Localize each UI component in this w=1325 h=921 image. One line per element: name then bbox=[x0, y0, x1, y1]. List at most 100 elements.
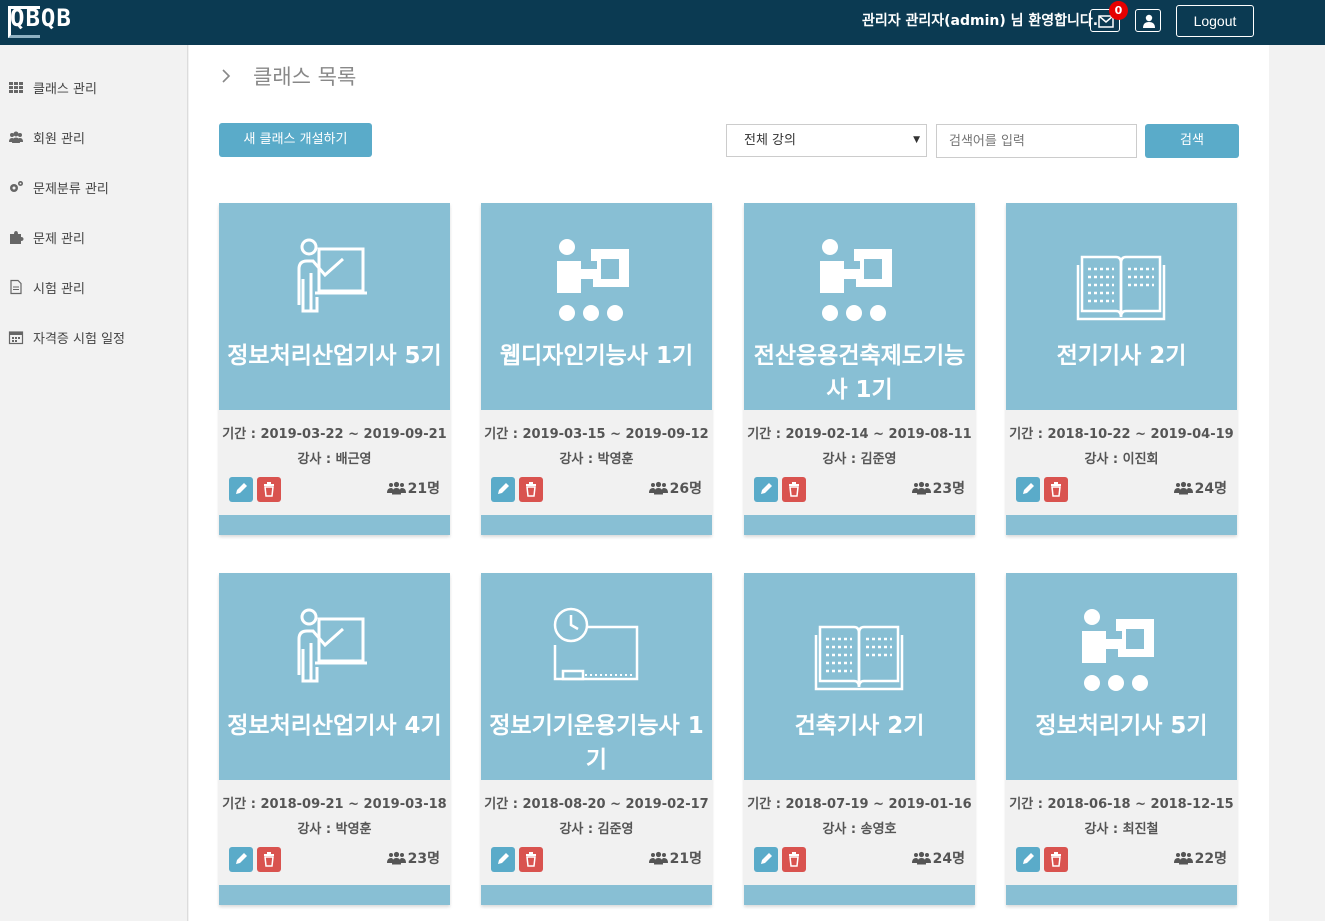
card-teacher: 강사 : 박영훈 bbox=[559, 452, 634, 467]
sidebar-item-label: 회원 관리 bbox=[33, 131, 85, 147]
delete-button[interactable] bbox=[1044, 477, 1068, 502]
trash-icon bbox=[264, 852, 274, 867]
pencil-icon bbox=[236, 483, 247, 494]
delete-button[interactable] bbox=[782, 477, 806, 502]
pencil-icon bbox=[236, 853, 247, 864]
card-title[interactable]: 정보기기운용기능사 1기 bbox=[485, 709, 708, 777]
card-banner[interactable]: 전산응용건축제도기능사 1기 bbox=[744, 203, 975, 410]
logout-button[interactable]: Logout bbox=[1176, 5, 1254, 37]
sidebar-item-question-management[interactable]: 문제 관리 bbox=[8, 226, 85, 248]
edit-button[interactable] bbox=[754, 477, 778, 502]
card-banner[interactable]: 웹디자인기능사 1기 bbox=[481, 203, 712, 410]
card-title[interactable]: 건축기사 2기 bbox=[748, 709, 971, 743]
card-footer-bar bbox=[481, 885, 712, 905]
search-button[interactable]: 검색 bbox=[1145, 124, 1239, 158]
edit-button[interactable] bbox=[1016, 477, 1040, 502]
sidebar-item-label: 클래스 관리 bbox=[33, 81, 97, 97]
sidebar-item-label: 문제 관리 bbox=[33, 231, 85, 247]
card-footer-bar bbox=[744, 885, 975, 905]
delete-button[interactable] bbox=[257, 847, 281, 872]
users-icon bbox=[911, 851, 931, 865]
gears-icon bbox=[10, 181, 23, 192]
grid-icon bbox=[9, 82, 23, 93]
sidebar-item-class-management[interactable]: 클래스 관리 bbox=[8, 76, 97, 98]
student-count-value: 23명 bbox=[407, 851, 440, 867]
student-count: 21명 bbox=[386, 478, 440, 498]
open-book-icon bbox=[1076, 255, 1166, 321]
sidebar-item-label: 문제분류 관리 bbox=[33, 181, 109, 197]
edit-button[interactable] bbox=[1016, 847, 1040, 872]
qbqb-logo[interactable]: QBQB bbox=[6, 2, 98, 42]
card-footer-bar bbox=[1006, 515, 1237, 535]
edit-button[interactable] bbox=[491, 477, 515, 502]
presenter-icon bbox=[557, 239, 629, 321]
class-card[interactable]: 웹디자인기능사 1기 기간 : 2019-03-15 ~ 2019-09-12 강사… bbox=[481, 203, 712, 535]
page-title: 클래스 목록 bbox=[219, 61, 356, 91]
card-banner[interactable]: 전기기사 2기 bbox=[1006, 203, 1237, 410]
profile-button[interactable] bbox=[1135, 9, 1161, 32]
presenter-icon bbox=[820, 239, 892, 321]
student-count: 26명 bbox=[648, 478, 702, 498]
right-gutter bbox=[1269, 45, 1325, 921]
new-class-button[interactable]: 새 클래스 개설하기 bbox=[219, 123, 372, 157]
card-title[interactable]: 전산응용건축제도기능사 1기 bbox=[748, 339, 971, 407]
class-card[interactable]: 전기기사 2기 기간 : 2018-10-22 ~ 2019-04-19 강사 : … bbox=[1006, 203, 1237, 535]
card-teacher: 강사 : 배근영 bbox=[297, 452, 372, 467]
student-count-value: 24명 bbox=[1194, 481, 1227, 497]
lecture-filter-select[interactable]: 전체 강의 ▼ bbox=[726, 124, 927, 157]
delete-button[interactable] bbox=[519, 477, 543, 502]
delete-button[interactable] bbox=[257, 477, 281, 502]
pencil-icon bbox=[1023, 483, 1034, 494]
chevron-right-icon bbox=[222, 69, 231, 83]
trash-icon bbox=[526, 482, 536, 497]
card-title[interactable]: 웹디자인기능사 1기 bbox=[485, 339, 708, 373]
card-title[interactable]: 정보처리산업기사 5기 bbox=[223, 339, 446, 373]
search-input[interactable] bbox=[936, 124, 1137, 158]
card-footer-bar bbox=[744, 515, 975, 535]
class-card[interactable]: 전산응용건축제도기능사 1기 기간 : 2019-02-14 ~ 2019-08-… bbox=[744, 203, 975, 535]
users-icon bbox=[1173, 481, 1193, 495]
sidebar-item-label: 시험 관리 bbox=[33, 281, 85, 297]
trash-icon bbox=[789, 852, 799, 867]
card-teacher: 강사 : 이진회 bbox=[1084, 452, 1159, 467]
card-title[interactable]: 정보처리기사 5기 bbox=[1010, 709, 1233, 743]
delete-button[interactable] bbox=[1044, 847, 1068, 872]
card-banner[interactable]: 정보처리산업기사 4기 bbox=[219, 573, 450, 780]
trash-icon bbox=[1051, 482, 1061, 497]
clock-board-icon bbox=[553, 607, 639, 681]
users-icon bbox=[648, 851, 668, 865]
edit-button[interactable] bbox=[229, 477, 253, 502]
class-card[interactable]: 정보처리산업기사 4기 기간 : 2018-09-21 ~ 2019-03-18 강… bbox=[219, 573, 450, 905]
sidebar-item-exam-schedule[interactable]: 자격증 시험 일정 bbox=[8, 326, 125, 348]
sidebar-item-category-management[interactable]: 문제분류 관리 bbox=[8, 176, 109, 198]
delete-button[interactable] bbox=[782, 847, 806, 872]
pencil-icon bbox=[761, 483, 772, 494]
mail-count-badge: 0 bbox=[1109, 1, 1128, 20]
file-icon bbox=[10, 279, 22, 295]
edit-button[interactable] bbox=[491, 847, 515, 872]
sidebar-item-member-management[interactable]: 회원 관리 bbox=[8, 126, 85, 148]
card-title[interactable]: 정보처리산업기사 4기 bbox=[223, 709, 446, 743]
card-banner[interactable]: 정보기기운용기능사 1기 bbox=[481, 573, 712, 780]
users-icon bbox=[9, 131, 23, 143]
card-period: 기간 : 2018-06-18 ~ 2018-12-15 bbox=[1009, 797, 1234, 812]
trash-icon bbox=[1051, 852, 1061, 867]
class-card[interactable]: 정보처리산업기사 5기기간 : 2019-03-22 ~ 2019-09-21 강… bbox=[219, 203, 450, 535]
card-banner[interactable]: 정보처리산업기사 5기 bbox=[219, 203, 450, 410]
card-banner[interactable]: 건축기사 2기 bbox=[744, 573, 975, 780]
card-teacher: 강사 : 김준영 bbox=[559, 822, 634, 837]
card-banner[interactable]: 정보처리기사 5기 bbox=[1006, 573, 1237, 780]
student-count-value: 22명 bbox=[1194, 851, 1227, 867]
class-card[interactable]: 정보처리기사 5기 기간 : 2018-06-18 ~ 2018-12-15 강사 … bbox=[1006, 573, 1237, 905]
card-title[interactable]: 전기기사 2기 bbox=[1010, 339, 1233, 373]
edit-button[interactable] bbox=[754, 847, 778, 872]
delete-button[interactable] bbox=[519, 847, 543, 872]
class-card[interactable]: 정보기기운용기능사 1기 기간 : 2018-08-20 ~ 2019-02-17… bbox=[481, 573, 712, 905]
page-title-text: 클래스 목록 bbox=[253, 65, 357, 89]
sidebar-item-exam-management[interactable]: 시험 관리 bbox=[8, 276, 85, 298]
class-card[interactable]: 건축기사 2기 기간 : 2018-07-19 ~ 2019-01-16 강사 : … bbox=[744, 573, 975, 905]
card-period: 기간 : 2019-03-22 ~ 2019-09-21 bbox=[222, 427, 447, 442]
sidebar: 클래스 관리 회원 관리 문제분류 관리 문제 관리 시험 관리 자격증 시험 … bbox=[0, 45, 188, 921]
pencil-icon bbox=[761, 853, 772, 864]
edit-button[interactable] bbox=[229, 847, 253, 872]
